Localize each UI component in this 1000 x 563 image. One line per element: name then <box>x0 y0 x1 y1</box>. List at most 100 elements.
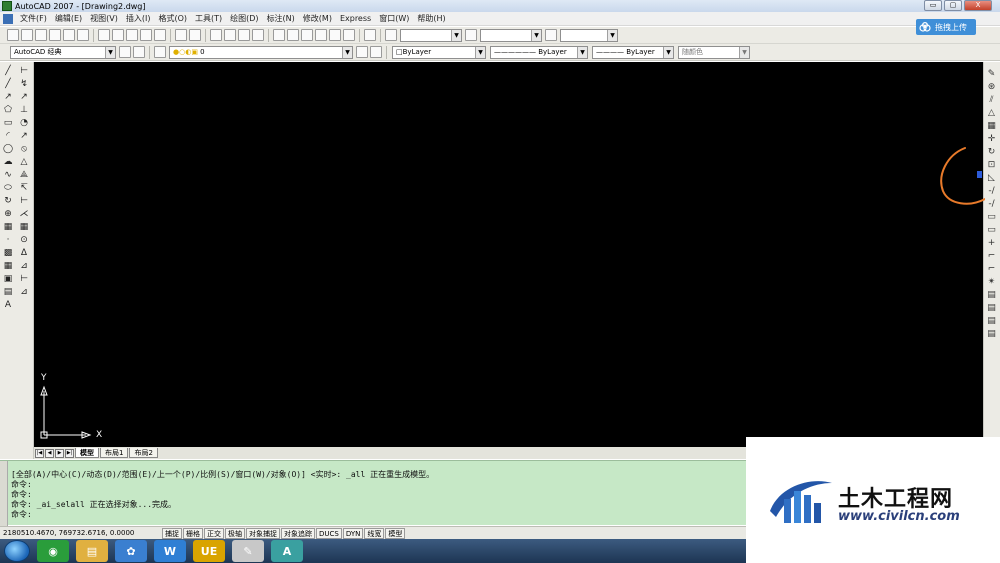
polar-toggle[interactable]: 极轴 <box>225 527 245 539</box>
tab-first-button[interactable]: |◀ <box>35 448 44 458</box>
modify-tool-icon[interactable]: ✴ <box>986 276 997 287</box>
draw-tool-icon[interactable]: ▦ <box>3 261 14 272</box>
zoom-previous-icon[interactable] <box>252 29 264 41</box>
modify-tool-icon[interactable]: ▤ <box>986 302 997 313</box>
table-style-icon[interactable] <box>545 29 557 41</box>
menu-draw[interactable]: 绘图(D) <box>226 13 262 24</box>
dimension-tool-icon[interactable]: ↸ <box>19 183 30 194</box>
layer-select[interactable]: ●○◐▣ 0 ▼ <box>169 45 353 59</box>
draw-tool-icon[interactable]: ▦ <box>3 222 14 233</box>
draw-tool-icon[interactable]: ◯ <box>3 144 14 155</box>
modify-tool-icon[interactable]: ⌐ <box>986 250 997 261</box>
modify-tool-icon[interactable]: -/ <box>986 185 997 196</box>
draw-tool-icon[interactable]: ↻ <box>3 196 14 207</box>
make-current-layer-icon[interactable] <box>356 46 368 58</box>
modify-tool-icon[interactable]: ⌐ <box>986 263 997 274</box>
cloud-upload-button[interactable]: 拖拽上传 <box>916 19 976 35</box>
draw-tool-icon[interactable]: A <box>3 300 14 311</box>
modify-tool-icon[interactable]: ▤ <box>986 289 997 300</box>
dimension-tool-icon[interactable]: ⋌ <box>19 209 30 220</box>
new-icon[interactable] <box>7 29 19 41</box>
dyn-toggle[interactable]: DYN <box>342 527 364 539</box>
menu-window[interactable]: 窗口(W) <box>375 13 413 24</box>
browser-icon[interactable]: ◉ <box>37 540 69 562</box>
menu-modify[interactable]: 修改(M) <box>299 13 336 24</box>
draw-tool-icon[interactable]: ⬭ <box>3 183 14 194</box>
draw-tool-icon[interactable]: ▣ <box>3 274 14 285</box>
draw-tool-icon[interactable]: ⊕ <box>3 209 14 220</box>
modify-tool-icon[interactable]: ⊡ <box>986 159 997 170</box>
menu-view[interactable]: 视图(V) <box>86 13 122 24</box>
tab-layout2[interactable]: 布局2 <box>129 448 158 458</box>
lineweight-toggle[interactable]: 线宽 <box>364 527 385 539</box>
workspace-settings-icon[interactable] <box>119 46 131 58</box>
zoom-realtime-icon[interactable] <box>224 29 236 41</box>
dimension-tool-icon[interactable]: ⟁ <box>19 170 30 181</box>
draw-tool-icon[interactable]: ☁ <box>3 157 14 168</box>
text-style-select[interactable]: ▼ <box>400 28 462 42</box>
undo-icon[interactable] <box>175 29 187 41</box>
layer-previous-icon[interactable] <box>370 46 382 58</box>
copy-icon[interactable] <box>112 29 124 41</box>
otrack-toggle[interactable]: 对象追踪 <box>281 527 315 539</box>
cut-icon[interactable] <box>98 29 110 41</box>
maximize-button[interactable]: ▢ <box>944 0 962 11</box>
menu-edit[interactable]: 编辑(E) <box>51 13 86 24</box>
tab-last-button[interactable]: ▶| <box>65 448 74 458</box>
command-prompt[interactable]: 命令: <box>11 510 434 520</box>
ortho-toggle[interactable]: 正交 <box>204 527 224 539</box>
draw-tool-icon[interactable]: ▩ <box>3 248 14 259</box>
modify-tool-icon[interactable]: ✛ <box>986 133 997 144</box>
modify-tool-icon[interactable]: ▤ <box>986 328 997 339</box>
layer-manager-icon[interactable] <box>154 46 166 58</box>
osnap-toggle[interactable]: 对象捕捉 <box>246 527 280 539</box>
calculator-icon[interactable] <box>343 29 355 41</box>
dimension-tool-icon[interactable]: ◔ <box>19 118 30 129</box>
tab-layout1[interactable]: 布局1 <box>100 448 129 458</box>
design-center-icon[interactable] <box>287 29 299 41</box>
model-toggle[interactable]: 模型 <box>385 527 406 539</box>
modify-tool-icon[interactable]: + <box>986 237 997 248</box>
menu-format[interactable]: 格式(O) <box>154 13 191 24</box>
menu-tools[interactable]: 工具(T) <box>191 13 226 24</box>
text-style-icon[interactable] <box>385 29 397 41</box>
open-icon[interactable] <box>21 29 33 41</box>
modify-tool-icon[interactable]: ⊛ <box>986 81 997 92</box>
lineweight-select[interactable]: ———— ByLayer ▼ <box>592 45 674 59</box>
dimension-tool-icon[interactable]: ⊥ <box>19 105 30 116</box>
paint-icon[interactable]: ✎ <box>232 540 264 562</box>
tool-palettes-icon[interactable] <box>301 29 313 41</box>
dimension-tool-icon[interactable]: △ <box>19 157 30 168</box>
print-icon[interactable] <box>49 29 61 41</box>
command-window[interactable]: [全部(A)/中心(C)/动态(D)/范围(E)/上一个(P)/比例(S)/窗口… <box>0 460 746 526</box>
pan-icon[interactable] <box>210 29 222 41</box>
dimension-tool-icon[interactable]: ⊢ <box>19 274 30 285</box>
close-button[interactable]: X <box>964 0 992 11</box>
dim-style-icon[interactable] <box>465 29 477 41</box>
dimension-tool-icon[interactable]: ⊢ <box>19 66 30 77</box>
dimension-tool-icon[interactable]: ↗ <box>19 131 30 142</box>
dimension-tool-icon[interactable]: ⦸ <box>19 144 30 155</box>
plotstyle-select[interactable]: 随颜色 ▼ <box>678 45 750 59</box>
sheet-set-icon[interactable] <box>315 29 327 41</box>
command-window-grip[interactable] <box>0 461 8 526</box>
modify-tool-icon[interactable]: △ <box>986 107 997 118</box>
draw-tool-icon[interactable]: ∿ <box>3 170 14 181</box>
dimension-tool-icon[interactable]: ↯ <box>19 79 30 90</box>
workspace-select[interactable]: AutoCAD 经典 ▼ <box>10 45 116 59</box>
draw-tool-icon[interactable]: ↗ <box>3 92 14 103</box>
draw-tool-icon[interactable]: ▤ <box>3 287 14 298</box>
menu-help[interactable]: 帮助(H) <box>413 13 449 24</box>
dimension-tool-icon[interactable]: ⊢ <box>19 196 30 207</box>
dim-style-select[interactable]: ▼ <box>480 28 542 42</box>
preview-icon[interactable] <box>63 29 75 41</box>
cloud-icon[interactable]: ✿ <box>115 540 147 562</box>
minimize-button[interactable]: ▭ <box>924 0 942 11</box>
dimension-tool-icon[interactable]: ↗ <box>19 92 30 103</box>
table-style-select[interactable]: ▼ <box>560 28 618 42</box>
ducs-toggle[interactable]: DUCS <box>316 527 342 539</box>
draw-tool-icon[interactable]: ◜ <box>3 131 14 142</box>
modify-tool-icon[interactable]: -/ <box>986 198 997 209</box>
zoom-window-icon[interactable] <box>238 29 250 41</box>
markup-icon[interactable] <box>329 29 341 41</box>
